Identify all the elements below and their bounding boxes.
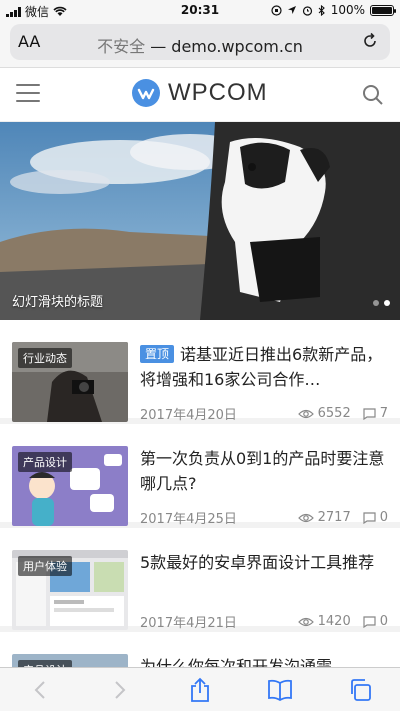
hero-slider[interactable]: 幻灯滑块的标题 bbox=[0, 122, 400, 320]
post-item[interactable]: 产品设计 第一次负责从0到1的产品时要注意哪几点? 2017年4月25日 271… bbox=[0, 424, 400, 528]
category-tag[interactable]: 用户体验 bbox=[18, 556, 72, 576]
menu-icon[interactable] bbox=[16, 84, 40, 104]
domain-label: demo.wpcom.cn bbox=[171, 37, 303, 56]
bookmarks-icon[interactable] bbox=[265, 675, 295, 705]
slider-dot-active[interactable] bbox=[384, 300, 390, 306]
forward-icon[interactable] bbox=[105, 675, 135, 705]
site-logo[interactable]: WPCOM bbox=[132, 79, 268, 107]
view-count: 2717 bbox=[317, 510, 351, 525]
battery-icon bbox=[370, 4, 396, 16]
logo-text: WPCOM bbox=[168, 79, 268, 106]
post-date: 2017年4月20日 bbox=[140, 408, 237, 423]
eye-icon bbox=[297, 513, 314, 522]
alarm-icon bbox=[302, 5, 312, 16]
slider-dot[interactable] bbox=[373, 300, 379, 306]
reload-icon[interactable] bbox=[360, 31, 380, 51]
tabs-icon[interactable] bbox=[345, 675, 375, 705]
comment-icon bbox=[363, 615, 376, 628]
post-title-text: 诺基亚近日推出6款新产品，将增强和16家公司合作… bbox=[140, 345, 383, 389]
orientation-lock-icon bbox=[271, 4, 282, 16]
post-item[interactable]: 产品设计 为什么你每次和开发沟通需 bbox=[0, 632, 400, 672]
view-count: 1420 bbox=[317, 614, 351, 629]
post-thumbnail[interactable]: 产品设计 bbox=[12, 446, 128, 526]
post-item[interactable]: 用户体验 5款最好的安卓界面设计工具推荐 2017年4月21日 1420 0 bbox=[0, 528, 400, 632]
slider-dots[interactable] bbox=[373, 300, 390, 306]
post-meta: 2017年4月25日 2717 0 bbox=[140, 508, 388, 527]
view-count: 6552 bbox=[317, 406, 351, 421]
post-item[interactable]: 行业动态 置顶 诺基亚近日推出6款新产品，将增强和16家公司合作… 2017年4月… bbox=[0, 320, 400, 424]
battery-percent: 100% bbox=[330, 3, 365, 17]
post-thumbnail[interactable]: 用户体验 bbox=[12, 550, 128, 630]
back-icon[interactable] bbox=[25, 675, 55, 705]
comment-icon bbox=[363, 511, 376, 524]
post-date: 2017年4月25日 bbox=[140, 512, 237, 527]
comment-icon bbox=[363, 407, 376, 420]
post-date: 2017年4月21日 bbox=[140, 616, 237, 631]
browser-address-area: AA 不安全 — demo.wpcom.cn bbox=[0, 20, 400, 68]
search-icon[interactable] bbox=[362, 84, 384, 106]
category-tag[interactable]: 产品设计 bbox=[18, 452, 72, 472]
slide-title[interactable]: 幻灯滑块的标题 bbox=[12, 291, 103, 310]
status-bar: 微信 20:31 100% bbox=[0, 0, 400, 20]
url-display[interactable]: 不安全 — demo.wpcom.cn bbox=[10, 33, 390, 57]
post-thumbnail[interactable]: 行业动态 bbox=[12, 342, 128, 422]
eye-icon bbox=[297, 409, 314, 418]
pinned-badge: 置顶 bbox=[140, 345, 175, 363]
location-icon bbox=[287, 6, 296, 14]
insecure-label: 不安全 bbox=[97, 37, 146, 56]
post-title[interactable]: 5款最好的安卓界面设计工具推荐 bbox=[140, 550, 390, 575]
category-tag[interactable]: 行业动态 bbox=[18, 348, 72, 368]
browser-toolbar bbox=[0, 667, 400, 711]
comment-count: 7 bbox=[379, 406, 388, 421]
post-meta: 2017年4月21日 1420 0 bbox=[140, 612, 388, 631]
post-title[interactable]: 置顶 诺基亚近日推出6款新产品，将增强和16家公司合作… bbox=[140, 342, 390, 392]
post-list: 行业动态 置顶 诺基亚近日推出6款新产品，将增强和16家公司合作… 2017年4月… bbox=[0, 320, 400, 672]
comment-count: 0 bbox=[379, 614, 388, 629]
address-bar[interactable]: AA 不安全 — demo.wpcom.cn bbox=[10, 24, 390, 60]
site-header: WPCOM bbox=[0, 68, 400, 122]
logo-mark-icon bbox=[132, 79, 160, 107]
url-separator: — bbox=[145, 37, 172, 56]
post-meta: 2017年4月20日 6552 7 bbox=[140, 404, 388, 423]
post-title[interactable]: 第一次负责从0到1的产品时要注意哪几点? bbox=[140, 446, 390, 496]
bluetooth-icon bbox=[318, 4, 325, 16]
eye-icon bbox=[297, 617, 314, 626]
comment-count: 0 bbox=[379, 510, 388, 525]
share-icon[interactable] bbox=[185, 675, 215, 705]
